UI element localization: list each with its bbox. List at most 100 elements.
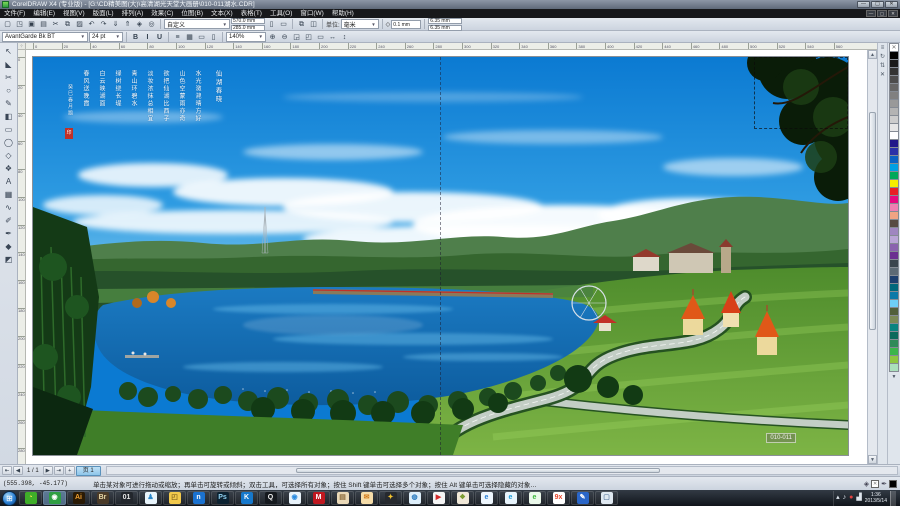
document-photo[interactable]: 仙湖春晓 水光潋滟晴方好 山色空蒙雨亦奇 欲把仙湖比西子 淡妆浓抹总相宜 青山环碧水 绿树… [32,56,849,456]
menu-item[interactable]: 效果(C) [147,9,177,18]
taskbar-item[interactable]: ✎ [571,491,594,505]
paper-preset-combo[interactable]: 自定义 ▼ [164,19,230,29]
show-desktop-button[interactable] [890,490,896,506]
menu-item[interactable]: 版面(L) [89,9,118,18]
print-button[interactable]: ▤ [38,19,49,29]
taskbar-clock[interactable]: 1:36 2013/5/14 [865,492,887,504]
italic-button[interactable]: I [142,32,153,42]
menu-item[interactable]: 视图(V) [59,9,89,18]
taskbar-item[interactable]: e [523,491,546,505]
duplicate-y-field[interactable]: 6.35 mm [428,24,463,31]
taskbar-item[interactable]: ◉ [283,491,306,505]
taskbar-item[interactable]: e [475,491,498,505]
tray-volume-icon[interactable]: ♪ [843,491,847,505]
duplicate-x-field[interactable]: 6.35 mm [428,17,463,24]
taskbar-item[interactable]: e [499,491,522,505]
app-launcher-button[interactable]: ◈ [134,19,145,29]
h-ruler[interactable]: 0 20 40 60 80 100 120 140 160 180 200 220 240 260 280 3… [26,43,877,50]
taskbar-item[interactable]: ◰ [163,491,186,505]
vertical-text-button[interactable]: ▯ [208,32,219,42]
scroll-up-icon[interactable]: ▲ [868,50,877,59]
taskbar-item[interactable]: M [307,491,330,505]
minimize-button[interactable]: — [857,1,870,8]
character-formatting-button[interactable]: ≡ [172,32,183,42]
paper-width-field[interactable]: 570.0 mm [231,17,265,24]
taskbar-item[interactable]: ✉ [355,491,378,505]
menu-item[interactable]: 排列(A) [118,9,148,18]
bold-button[interactable]: B [130,32,141,42]
blend-tool[interactable]: ∿ [2,201,16,214]
tray-network-icon[interactable]: ▟ [856,491,861,505]
taskbar-item[interactable]: n [187,491,210,505]
redo-button[interactable]: ↷ [98,19,109,29]
export-button[interactable]: ⇑ [122,19,133,29]
zoom-height-button[interactable]: ↕ [339,32,350,42]
zoom-tool[interactable]: ○ [2,84,16,97]
cut-button[interactable]: ✂ [50,19,61,29]
landscape-button[interactable]: ▭ [278,19,289,29]
mdi-close-button[interactable]: ✕ [888,10,898,17]
zoom-in-button[interactable]: ⊕ [267,32,278,42]
taskbar-item[interactable]: Ai [67,491,90,505]
text-tool[interactable]: A [2,175,16,188]
maximize-button[interactable]: ▢ [871,1,884,8]
crop-tool[interactable]: ✂ [2,71,16,84]
menu-item[interactable]: 窗口(W) [296,9,327,18]
font-size-combo[interactable]: 24 pt ▼ [89,31,123,42]
polygon-tool[interactable]: ◇ [2,149,16,162]
fill-tool[interactable]: ◆ [2,240,16,253]
taskbar-item[interactable]: ▤ [331,491,354,505]
units-combo[interactable]: 毫米 ▼ [340,19,379,29]
vertical-scrollbar[interactable]: ▲ ▼ [867,50,877,464]
new-button[interactable]: ▢ [2,19,13,29]
add-page-button[interactable]: + [64,466,75,475]
taskbar-item[interactable]: ◉ [43,491,66,505]
nudge-field[interactable]: 0.1 mm [391,19,422,29]
menu-item[interactable]: 工具(O) [266,9,296,18]
next-page-button[interactable]: ▶ [42,466,53,475]
undo-button[interactable]: ↶ [86,19,97,29]
taskbar-item[interactable]: K [235,491,258,505]
interactive-fill-tool[interactable]: ◩ [2,253,16,266]
open-button[interactable]: ◳ [14,19,25,29]
paper-height-field[interactable]: 285.0 mm [231,24,265,31]
mdi-minimize-button[interactable]: — [866,10,876,17]
tray-expand-icon[interactable]: ▴ [836,491,840,505]
taskbar-item[interactable]: 9x [547,491,570,505]
all-pages-button[interactable]: ⧉ [296,19,307,29]
taskbar-item[interactable]: ▶ [427,491,450,505]
vertical-scrollbar-thumb[interactable] [869,112,876,330]
scroll-down-icon[interactable]: ▼ [868,455,877,464]
ellipse-tool[interactable]: ◯ [2,136,16,149]
taskbar-item[interactable]: 01 [115,491,138,505]
taskbar-item[interactable]: Br [91,491,114,505]
facing-pages-button[interactable]: ◫ [308,19,319,29]
portrait-button[interactable]: ▯ [266,19,277,29]
horizontal-text-button[interactable]: ▭ [196,32,207,42]
first-page-button[interactable]: ⇤ [2,466,12,475]
zoom-page-button[interactable]: ▭ [315,32,326,42]
freehand-tool[interactable]: ✎ [2,97,16,110]
zoom-width-button[interactable]: ↔ [327,32,338,42]
taskbar-item[interactable]: Ps [211,491,234,505]
zoom-out-button[interactable]: ⊖ [279,32,290,42]
canvas[interactable]: 仙湖春晓 水光潋滟晴方好 山色空蒙雨亦奇 欲把仙湖比西子 淡妆浓抹总相宜 青山环碧水 绿树… [26,50,867,464]
menu-item[interactable]: 帮助(H) [328,9,358,18]
table-tool[interactable]: ▦ [2,188,16,201]
tray-security-icon[interactable]: ● [849,491,853,505]
docker-updown-icon[interactable]: ⇅ [880,63,885,70]
horizontal-scrollbar[interactable] [105,466,898,475]
docker-refresh-icon[interactable]: ↻ [880,54,885,61]
taskbar-item[interactable]: Q [259,491,282,505]
docker-close-icon[interactable]: ✕ [880,72,885,79]
menu-item[interactable]: 位图(B) [177,9,207,18]
underline-button[interactable]: U [154,32,165,42]
start-button[interactable]: ⊞ [2,490,17,506]
taskbar-item[interactable]: ▢ [595,491,618,505]
palette-scroll-down-icon[interactable]: ▼ [892,374,897,380]
taskbar-item[interactable]: ❖ [451,491,474,505]
page-tab[interactable]: 页 1 [75,465,101,476]
import-button[interactable]: ⇓ [110,19,121,29]
save-button[interactable]: ▣ [26,19,37,29]
font-combo[interactable]: AvantGarde Bk BT ▼ [2,31,88,42]
